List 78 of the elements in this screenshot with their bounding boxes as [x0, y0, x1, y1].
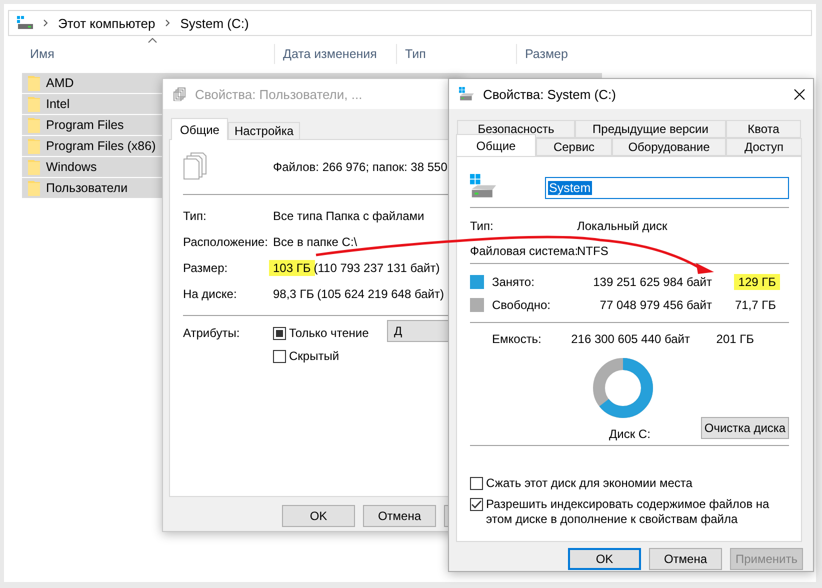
checkbox[interactable]	[273, 327, 286, 340]
window-title: Свойства: System (C:)	[483, 86, 617, 102]
tab[interactable]: Общие	[456, 134, 536, 156]
folder-name: Program Files	[46, 118, 124, 132]
tab[interactable]: Доступ	[726, 138, 802, 156]
field-value: Все типа Папка с файлами	[272, 208, 426, 224]
folder-icon	[28, 180, 40, 196]
name-field[interactable]: System	[545, 177, 789, 199]
column-header[interactable]: Размер	[516, 44, 636, 64]
byte-count: 216 300 605 440 байт	[570, 332, 690, 346]
computer-icon	[17, 16, 33, 30]
field-value: Локальный диск	[577, 219, 668, 233]
field-value: 103 ГБ	[269, 260, 315, 276]
chevron-icon	[43, 19, 48, 27]
byte-count: 77 048 979 456 байт	[598, 298, 712, 312]
checkbox-label: Разрешить индексировать содержимое файлов на этом диске в дополнение к свойствам файла	[486, 497, 770, 527]
folder-icon	[28, 75, 40, 91]
window-title: Свойства: Пользователи, ...	[195, 86, 364, 102]
field-value: 98,3 ГБ	[272, 286, 316, 302]
column-header[interactable]: Дата изменения	[274, 44, 396, 64]
byte-count: 139 251 625 984 байт	[592, 274, 712, 288]
dialog-button[interactable]: Отмена	[363, 505, 436, 527]
field-label: На диске:	[183, 287, 238, 301]
tab[interactable]: Предыдущие версии	[575, 120, 726, 138]
checkbox-label: Скрытый	[289, 349, 340, 364]
folder-icon	[28, 117, 40, 133]
field-label: Размер:	[183, 261, 229, 275]
checkbox[interactable]	[470, 498, 483, 511]
sort-icon	[148, 38, 157, 43]
tab[interactable]: Квота	[726, 120, 801, 138]
field-label: Занято:	[492, 274, 536, 288]
breadcrumb-item[interactable]: Этот компьютер	[58, 16, 156, 30]
folder-name: Пользователи	[46, 181, 128, 195]
close-icon[interactable]	[794, 88, 805, 100]
folder-name: Intel	[46, 97, 70, 111]
field-value: NTFS	[577, 244, 608, 258]
tab[interactable]: Общие	[171, 118, 228, 140]
dialog-button[interactable]: Отмена	[649, 548, 722, 570]
folder-name: Windows	[46, 160, 97, 174]
field-value: Все в папке C:\	[272, 234, 358, 250]
tab[interactable]: Настройка	[228, 122, 300, 140]
disk-cleanup-button[interactable]: Очистка диска	[701, 417, 789, 439]
drive-icon	[470, 174, 498, 200]
dialog-button[interactable]: OK	[282, 505, 355, 527]
folder-name: AMD	[46, 76, 74, 90]
folder-name: Program Files (x86)	[46, 139, 156, 153]
field-label: Файловая система:	[470, 244, 578, 258]
folder-icon	[28, 96, 40, 112]
documents-icon	[183, 152, 207, 180]
chevron-icon	[165, 19, 170, 27]
checkbox[interactable]	[470, 477, 483, 490]
folder-icon	[28, 138, 40, 154]
disk-usage-drawing	[592, 357, 654, 419]
size-value: 129 ГБ	[734, 274, 780, 290]
size-value: 201 ГБ	[715, 332, 754, 346]
size-value: 71,7 ГБ	[734, 296, 777, 312]
field-label: Емкость:	[491, 332, 542, 346]
folder-icon	[28, 159, 40, 175]
column-header[interactable]: Тип	[396, 44, 516, 64]
checkbox-label: Только чтение	[289, 326, 369, 341]
address-bar[interactable]: Этот компьютер System (C:)	[8, 10, 812, 36]
tab[interactable]: Сервис	[536, 138, 612, 156]
disk-label: Диск C:	[609, 426, 652, 441]
checkbox-label: Сжать этот диск для экономии места	[486, 476, 694, 491]
breadcrumb-item[interactable]: System (C:)	[180, 16, 249, 30]
checkbox[interactable]	[273, 350, 286, 363]
field-label: Расположение:	[183, 235, 269, 249]
tab[interactable]: Оборудование	[612, 138, 726, 156]
dialog-button[interactable]: OK	[568, 548, 641, 570]
field-label: Свободно:	[492, 298, 552, 312]
drive-icon	[459, 86, 475, 102]
field-label: Тип:	[183, 209, 208, 223]
field-label: Тип:	[470, 219, 494, 233]
column-header[interactable]: Имя	[22, 44, 274, 64]
field-label: Атрибуты:	[183, 326, 241, 342]
file-count: Файлов: 266 976; папок: 38 550	[273, 160, 448, 174]
field-detail: (105 624 219 648 байт)	[317, 287, 444, 301]
documents-icon	[173, 87, 187, 101]
